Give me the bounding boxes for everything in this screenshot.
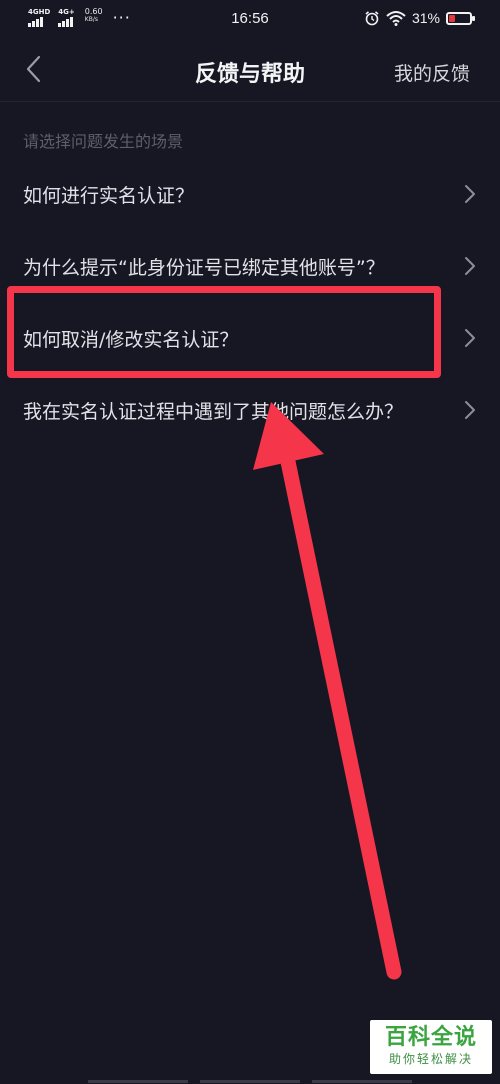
system-nav-strip: [0, 1078, 500, 1084]
watermark-subtitle: 助你轻松解决: [388, 1052, 473, 1066]
watermark-title: 百科全说: [384, 1025, 477, 1050]
annotation-arrow: [253, 402, 402, 980]
watermark-logo: 百科全说 助你轻松解决: [370, 1020, 492, 1074]
